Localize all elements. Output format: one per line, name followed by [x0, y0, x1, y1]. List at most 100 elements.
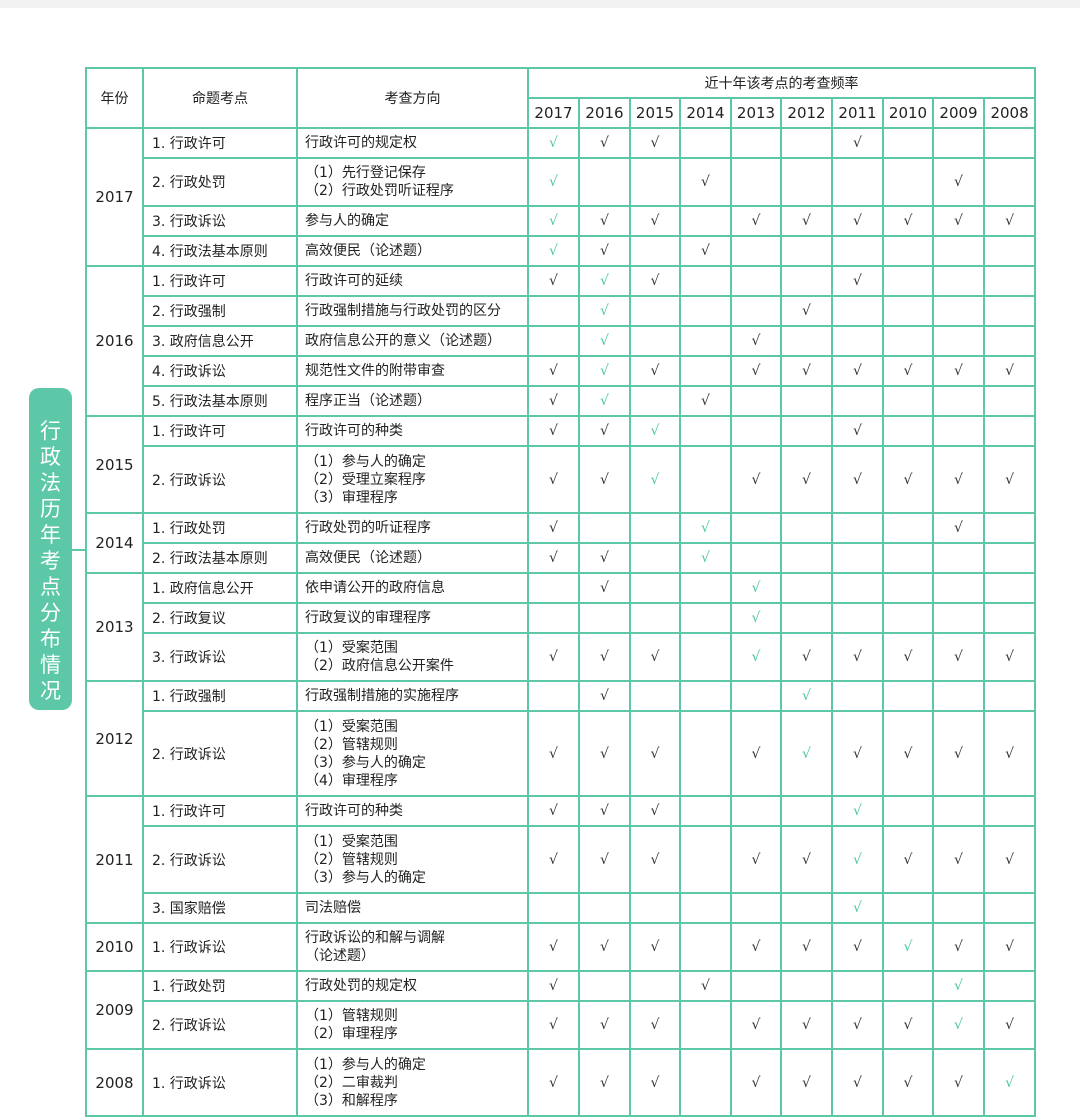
direction-cell: 行政强制措施的实施程序 — [296, 680, 529, 712]
frequency-cell-2013 — [730, 295, 782, 327]
direction-cell: 高效便民（论述题） — [296, 542, 529, 574]
frequency-cell-2011 — [831, 970, 884, 1002]
frequency-cell-2016: √ — [578, 295, 631, 327]
check-mark: √ — [549, 939, 558, 955]
check-mark: √ — [600, 363, 609, 379]
check-mark: √ — [600, 273, 609, 289]
table-row: 2010 1. 行政诉讼 行政诉讼的和解与调解 （论述题） √ √ √ √ √ √ √ √ √ — [85, 922, 1037, 972]
direction-cell: 行政许可的种类 — [296, 415, 529, 447]
frequency-cell-2012 — [780, 127, 833, 159]
frequency-cell-2017: √ — [527, 970, 580, 1002]
side-title-char: 点 — [40, 575, 61, 599]
frequency-cell-2009 — [932, 295, 985, 327]
frequency-cell-2017: √ — [527, 385, 580, 417]
direction-cell: 行政诉讼的和解与调解 （论述题） — [296, 922, 529, 972]
top-edge-strip — [0, 0, 1080, 8]
check-mark: √ — [1005, 649, 1014, 665]
frequency-cell-2012 — [780, 542, 833, 574]
direction-line: （论述题） — [305, 948, 375, 964]
check-mark: √ — [802, 1017, 811, 1033]
direction-line: 行政许可的规定权 — [305, 135, 417, 151]
frequency-cell-2008 — [982, 602, 1037, 634]
frequency-cell-2014 — [679, 355, 732, 387]
side-title-char: 历 — [40, 497, 61, 521]
frequency-cell-2016: √ — [578, 825, 631, 894]
frequency-cell-2015 — [629, 235, 681, 267]
frequency-cell-2010 — [882, 892, 934, 924]
check-mark: √ — [600, 745, 609, 762]
check-mark: √ — [650, 135, 660, 151]
frequency-cell-2014 — [679, 602, 732, 634]
frequency-cell-2017: √ — [527, 825, 580, 894]
frequency-cell-2010: √ — [882, 205, 934, 237]
frequency-cell-2015: √ — [629, 922, 681, 972]
frequency-cell-2016: √ — [578, 325, 631, 357]
frequency-cell-2017 — [527, 572, 580, 604]
frequency-cell-2011: √ — [831, 265, 884, 297]
frequency-cell-2009: √ — [932, 1000, 985, 1050]
frequency-cell-2009 — [932, 572, 985, 604]
check-mark: √ — [549, 745, 558, 762]
topic-cell: 5. 行政法基本原则 — [142, 385, 298, 417]
frequency-cell-2010 — [882, 265, 934, 297]
table-row: 4. 行政诉讼 规范性文件的附带审查 √ √ √ √ √ √ √ √ √ — [86, 355, 1037, 387]
check-mark: √ — [954, 1074, 963, 1091]
header-year-2008: 2008 — [982, 97, 1037, 129]
frequency-cell-2015 — [629, 295, 681, 327]
check-mark: √ — [751, 939, 761, 955]
frequency-cell-2008: √ — [982, 1000, 1037, 1050]
side-title-char: 政 — [40, 445, 61, 469]
frequency-cell-2008 — [982, 892, 1037, 924]
topic-cell: 3. 行政诉讼 — [142, 632, 298, 682]
direction-line: （1）受案范围 — [305, 833, 398, 850]
frequency-cell-2014 — [679, 445, 732, 514]
frequency-cell-2015 — [629, 385, 681, 417]
topic-cell: 1. 行政许可 — [142, 265, 298, 297]
table-row: 2009 1. 行政处罚 行政处罚的规定权 √ √ √ — [85, 970, 1037, 1050]
check-mark: √ — [751, 580, 761, 596]
check-mark: √ — [853, 649, 862, 665]
frequency-cell-2011: √ — [831, 127, 884, 159]
check-mark: √ — [853, 1074, 862, 1091]
topic-cell: 1. 行政许可 — [142, 127, 298, 159]
frequency-cell-2008 — [982, 680, 1037, 712]
check-mark: √ — [600, 649, 609, 665]
frequency-cell-2014: √ — [679, 512, 732, 544]
direction-cell: 程序正当（论述题） — [296, 385, 529, 417]
header-year-2014: 2014 — [679, 97, 732, 129]
frequency-cell-2017: √ — [527, 265, 580, 297]
direction-line: （1）受案范围 — [305, 640, 398, 656]
topic-cell: 3. 政府信息公开 — [142, 325, 298, 357]
direction-cell: 司法赔偿 — [296, 892, 529, 924]
frequency-cell-2011 — [831, 385, 884, 417]
frequency-cell-2010 — [882, 602, 934, 634]
frequency-cell-2016: √ — [578, 385, 631, 417]
check-mark: √ — [802, 213, 811, 229]
topic-cell: 1. 行政处罚 — [142, 970, 298, 1002]
exam-year-cell: 2011 — [85, 795, 144, 924]
check-mark: √ — [600, 851, 609, 868]
frequency-cell-2016 — [578, 970, 631, 1002]
check-mark: √ — [853, 213, 862, 229]
check-mark: √ — [853, 273, 862, 289]
frequency-cell-2009 — [932, 602, 985, 634]
frequency-cell-2015 — [629, 680, 681, 712]
frequency-cell-2015: √ — [629, 1000, 681, 1050]
direction-line: （2）受理立案程序 — [305, 471, 426, 488]
direction-line: （3）和解程序 — [305, 1092, 398, 1109]
direction-line: （3）参与人的确定 — [305, 869, 426, 886]
frequency-cell-2013: √ — [730, 355, 782, 387]
topic-cell: 2. 行政诉讼 — [142, 1000, 298, 1050]
check-mark: √ — [751, 213, 761, 229]
frequency-cell-2015: √ — [629, 632, 681, 682]
frequency-cell-2009 — [932, 127, 985, 159]
frequency-cell-2017 — [527, 295, 580, 327]
frequency-cell-2015 — [629, 970, 681, 1002]
side-title-char: 分 — [40, 601, 61, 625]
frequency-cell-2011: √ — [831, 892, 884, 924]
frequency-cell-2013 — [730, 795, 782, 827]
header-year-2017: 2017 — [527, 97, 580, 129]
frequency-cell-2017: √ — [527, 512, 580, 544]
table-row: 3. 行政诉讼 （1）受案范围 （2）政府信息公开案件 √ √ √ √ √ √ √ √ √ — [86, 632, 1037, 682]
frequency-cell-2014 — [679, 825, 732, 894]
